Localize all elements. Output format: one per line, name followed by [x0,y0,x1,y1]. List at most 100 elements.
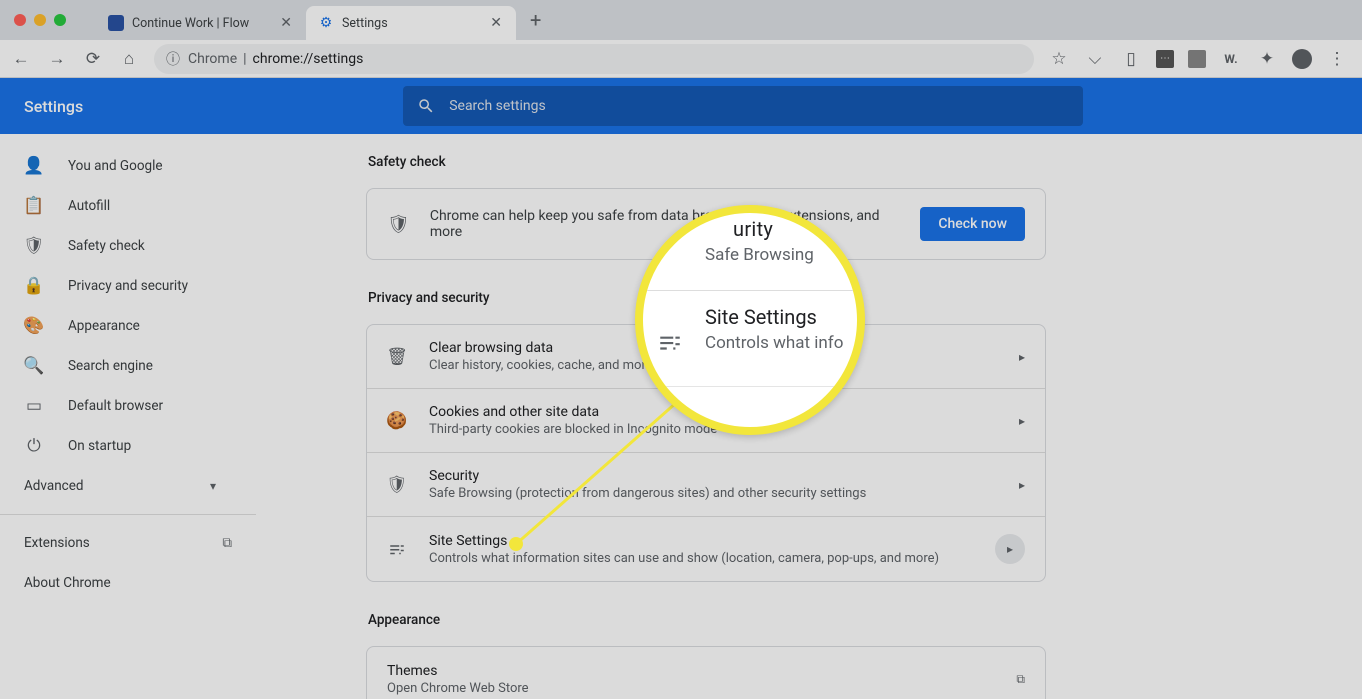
trash-icon: 🗑 [387,347,407,367]
callout-subtitle: Controls what info [705,333,857,353]
extension-icon[interactable]: ⋯ [1156,50,1174,68]
sidebar-item-label: Privacy and security [68,278,188,294]
page-title: Settings [24,97,83,116]
chevron-right-icon: ▸ [995,534,1025,564]
magnifier-callout: urity Safe Browsing Site Settings Contro… [635,205,865,435]
lock-icon: 🔒 [24,276,44,296]
sidebar-item-safety-check[interactable]: 🛡Safety check [0,226,240,266]
bookmark-star-icon[interactable]: ☆ [1048,48,1070,70]
sidebar-item-label: You and Google [68,158,163,174]
chevron-right-icon: ▸ [1019,414,1025,428]
minimize-window-button[interactable] [34,14,46,26]
settings-sidebar: 👤You and Google 📋Autofill 🛡Safety check … [0,134,256,699]
search-icon: 🔍 [24,356,44,376]
url-scheme: Chrome [188,51,237,67]
extension-icon[interactable]: ▯ [1120,48,1142,70]
shield-check-icon: 🛡 [387,214,410,235]
row-site-settings[interactable]: Site SettingsControls what information s… [367,517,1045,581]
reload-button[interactable]: ⟳ [82,48,104,70]
sidebar-item-label: Autofill [68,198,110,214]
row-security[interactable]: 🛡 Security Safe Browsing (protection from… [367,453,1045,517]
tab-favicon-icon: ⚙ [318,15,334,31]
clipboard-icon: 📋 [24,196,44,216]
row-themes[interactable]: Themes Open Chrome Web Store ⧉ [367,647,1045,699]
section-title: Appearance [368,612,1362,628]
sidebar-item-you-and-google[interactable]: 👤 You and Google [0,146,240,186]
sidebar-item-extensions[interactable]: Extensions ⧉ [0,523,256,563]
sidebar-item-default-browser[interactable]: ▭ Default browser [0,386,240,426]
power-icon: ⏻ [24,436,44,456]
browser-tab-strip: Continue Work | Flow ✕ ⚙ Settings ✕ + [0,0,1362,40]
search-icon [417,97,435,115]
sliders-icon [387,540,407,558]
row-subtitle: Safe Browsing (protection from dangerous… [429,486,997,501]
forward-button[interactable]: → [46,48,68,70]
sidebar-item-label: Default browser [68,398,163,414]
settings-search-input[interactable] [449,98,1069,114]
section-title: Safety check [368,154,1362,170]
maximize-window-button[interactable] [54,14,66,26]
appearance-card: Themes Open Chrome Web Store ⧉ [366,646,1046,699]
close-tab-button[interactable]: ✕ [488,15,504,31]
chevron-right-icon: ▸ [1019,478,1025,492]
close-window-button[interactable] [14,14,26,26]
sidebar-item-about[interactable]: About Chrome [0,563,256,603]
sidebar-item-label: About Chrome [24,575,111,591]
browser-menu-button[interactable]: ⋮ [1326,48,1348,70]
row-title: Themes [387,663,994,679]
row-title: Security [429,468,997,484]
sidebar-item-label: Safety check [68,238,145,254]
settings-header: Settings [0,78,1362,134]
tab-favicon-icon [108,15,124,31]
sidebar-item-advanced[interactable]: Advanced ▾ [0,466,240,506]
sidebar-divider [0,514,256,515]
sidebar-item-label: Advanced [24,478,84,494]
person-icon: 👤 [24,156,44,176]
sidebar-item-label: On startup [68,438,131,454]
new-tab-button[interactable]: + [516,8,555,32]
shield-icon: 🛡 [387,475,407,495]
sidebar-item-search-engine[interactable]: 🔍 Search engine [0,346,240,386]
url-path: chrome://settings [253,51,364,67]
extension-icon[interactable]: W. [1220,48,1242,70]
settings-search[interactable] [403,86,1083,126]
back-button[interactable]: ← [10,48,32,70]
close-tab-button[interactable]: ✕ [278,15,294,31]
callout-divider [643,386,857,387]
browser-tab[interactable]: Continue Work | Flow ✕ [96,6,306,40]
external-link-icon: ⧉ [222,535,232,551]
pocket-icon[interactable]: ⌵ [1084,48,1106,70]
profile-avatar[interactable] [1292,49,1312,69]
chevron-right-icon: ▸ [1019,350,1025,364]
sidebar-item-privacy[interactable]: 🔒 Privacy and security [0,266,240,306]
tab-label: Continue Work | Flow [132,16,249,31]
extensions-puzzle-icon[interactable]: ✦ [1256,48,1278,70]
url-sep: | [243,51,246,67]
sidebar-item-autofill[interactable]: 📋 Autofill [0,186,240,226]
row-subtitle: Controls what information sites can use … [429,551,973,566]
toolbar-extensions: ☆ ⌵ ▯ ⋯ W. ✦ ⋮ [1048,48,1352,70]
chevron-down-icon: ▾ [210,479,216,493]
window-controls [14,14,66,26]
sidebar-item-label: Appearance [68,318,140,334]
external-link-icon: ⧉ [1016,672,1025,687]
sidebar-item-on-startup[interactable]: ⏻ On startup [0,426,240,466]
check-now-button[interactable]: Check now [920,207,1025,241]
browser-toolbar: ← → ⟳ ⌂ ⓘ Chrome | chrome://settings ☆ ⌵… [0,40,1362,78]
row-subtitle: Open Chrome Web Store [387,681,994,696]
sidebar-item-appearance[interactable]: 🎨 Appearance [0,306,240,346]
palette-icon: 🎨 [24,316,44,336]
callout-title: Site Settings [705,305,857,329]
callout-anchor-dot [509,537,523,551]
extension-icon[interactable] [1188,50,1206,68]
sidebar-item-label: Extensions [24,535,90,551]
browser-tab-active[interactable]: ⚙ Settings ✕ [306,6,516,40]
callout-top-subtitle: Safe Browsing [705,245,857,265]
callout-top-title: urity [733,217,857,241]
home-button[interactable]: ⌂ [118,48,140,70]
address-bar[interactable]: ⓘ Chrome | chrome://settings [154,44,1034,74]
browser-icon: ▭ [24,396,44,416]
section-title: Privacy and security [368,290,1362,306]
site-info-icon[interactable]: ⓘ [166,49,180,69]
sidebar-item-label: Search engine [68,358,153,374]
